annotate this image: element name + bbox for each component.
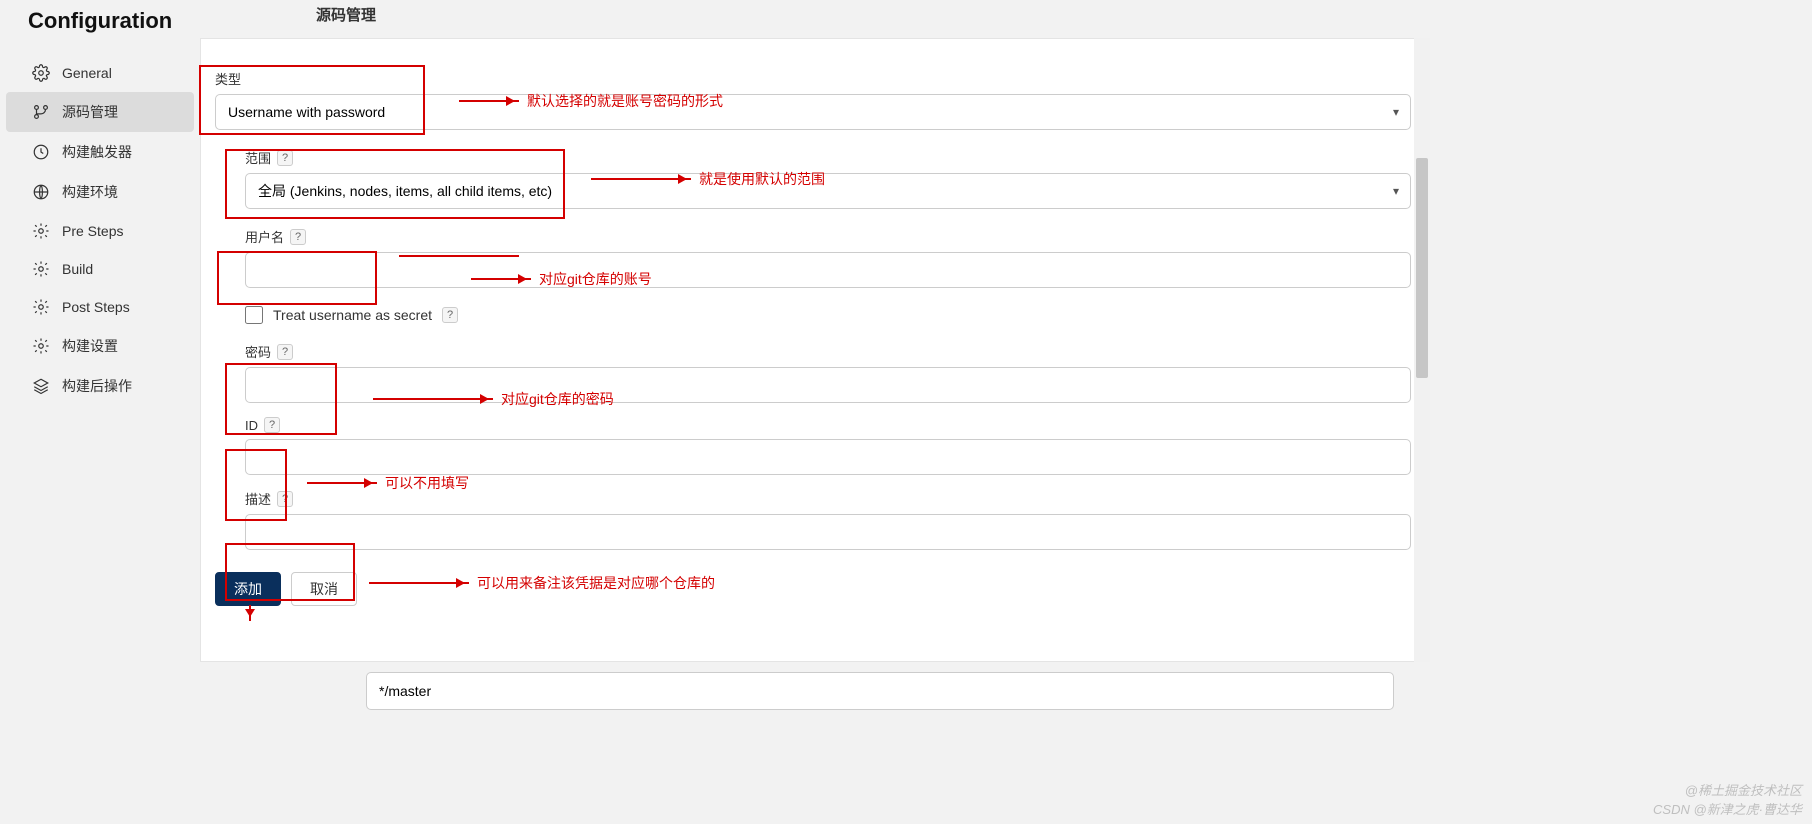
gear-icon: [32, 64, 50, 82]
sidebar-item-build[interactable]: Build: [0, 250, 200, 288]
password-label: 密码 ?: [245, 342, 1411, 361]
id-label: ID ?: [245, 417, 1411, 433]
sidebar: Configuration General 源码管理 构建触发器 构建环境 Pr…: [0, 0, 200, 406]
annotation-username: 对应git仓库的账号: [471, 269, 652, 289]
description-input[interactable]: [245, 514, 1411, 550]
sidebar-item-label: Post Steps: [62, 299, 130, 315]
sidebar-item-label: 源码管理: [62, 102, 118, 122]
sidebar-item-label: 构建触发器: [62, 142, 132, 162]
field-group-scope: 范围 ? 全局 (Jenkins, nodes, items, all chil…: [245, 148, 1411, 209]
annotation-scope: 就是使用默认的范围: [591, 169, 825, 189]
sidebar-item-triggers[interactable]: 构建触发器: [0, 132, 200, 172]
scrollbar-thumb[interactable]: [1416, 158, 1428, 378]
gear-icon: [32, 337, 50, 355]
help-icon[interactable]: ?: [277, 344, 293, 360]
panel-scrollbar[interactable]: [1414, 38, 1430, 662]
annotation-id: 可以不用填写: [307, 473, 469, 493]
sidebar-item-postbuild[interactable]: 构建后操作: [0, 366, 200, 406]
sidebar-item-label: 构建设置: [62, 336, 118, 356]
username-label: 用户名 ?: [245, 227, 1411, 246]
field-group-id: ID ?: [245, 417, 1411, 475]
sidebar-item-poststeps[interactable]: Post Steps: [0, 288, 200, 326]
help-icon[interactable]: ?: [277, 150, 293, 166]
gear-icon: [32, 222, 50, 240]
gear-icon: [32, 260, 50, 278]
branch-icon: [32, 103, 50, 121]
scope-select[interactable]: 全局 (Jenkins, nodes, items, all child ite…: [245, 173, 1411, 209]
sidebar-item-label: General: [62, 65, 112, 81]
clock-icon: [32, 143, 50, 161]
checkbox-label: Treat username as secret: [273, 307, 432, 323]
help-icon[interactable]: ?: [264, 417, 280, 433]
treat-username-secret-row: Treat username as secret ?: [245, 306, 1411, 324]
field-group-username: 用户名 ?: [245, 227, 1411, 288]
sidebar-item-label: Build: [62, 261, 93, 277]
cancel-button[interactable]: 取消: [291, 572, 357, 606]
sidebar-item-buildsettings[interactable]: 构建设置: [0, 326, 200, 366]
annotation-desc: 可以用来备注该凭据是对应哪个仓库的: [369, 573, 715, 593]
section-header: 源码管理: [316, 4, 376, 25]
annotation-type: 默认选择的就是账号密码的形式: [459, 91, 723, 111]
treat-username-secret-checkbox[interactable]: [245, 306, 263, 324]
sidebar-item-env[interactable]: 构建环境: [0, 172, 200, 212]
add-button[interactable]: 添加: [215, 572, 281, 606]
type-select[interactable]: Username with password: [215, 94, 1411, 130]
annotation-down-arrow: [249, 605, 251, 621]
type-label: 类型: [215, 69, 1411, 88]
sidebar-item-presteps[interactable]: Pre Steps: [0, 212, 200, 250]
username-input[interactable]: [245, 252, 1411, 288]
field-group-description: 描述 ?: [245, 489, 1411, 550]
sidebar-item-general[interactable]: General: [0, 54, 200, 92]
help-icon[interactable]: ?: [442, 307, 458, 323]
sidebar-item-label: 构建环境: [62, 182, 118, 202]
watermark: @稀土掘金技术社区 CSDN @新津之虎·曹达华: [1653, 780, 1802, 818]
branch-input[interactable]: [366, 672, 1394, 710]
help-icon[interactable]: ?: [290, 229, 306, 245]
layers-icon: [32, 377, 50, 395]
annotation-password: 对应git仓库的密码: [373, 389, 614, 409]
sidebar-item-scm[interactable]: 源码管理: [6, 92, 194, 132]
gear-icon: [32, 298, 50, 316]
annotation-line: [399, 255, 519, 257]
help-icon[interactable]: ?: [277, 491, 293, 507]
bottom-branch-area: [330, 662, 1430, 762]
page-title: Configuration: [0, 2, 200, 54]
scope-label: 范围 ?: [245, 148, 1411, 167]
sidebar-item-label: Pre Steps: [62, 223, 123, 239]
credentials-panel: 类型 Username with password ▾ 范围 ? 全局 (Jen…: [200, 38, 1430, 662]
sidebar-item-label: 构建后操作: [62, 376, 132, 396]
globe-icon: [32, 183, 50, 201]
field-group-type: 类型 Username with password ▾: [215, 69, 1411, 130]
id-input[interactable]: [245, 439, 1411, 475]
